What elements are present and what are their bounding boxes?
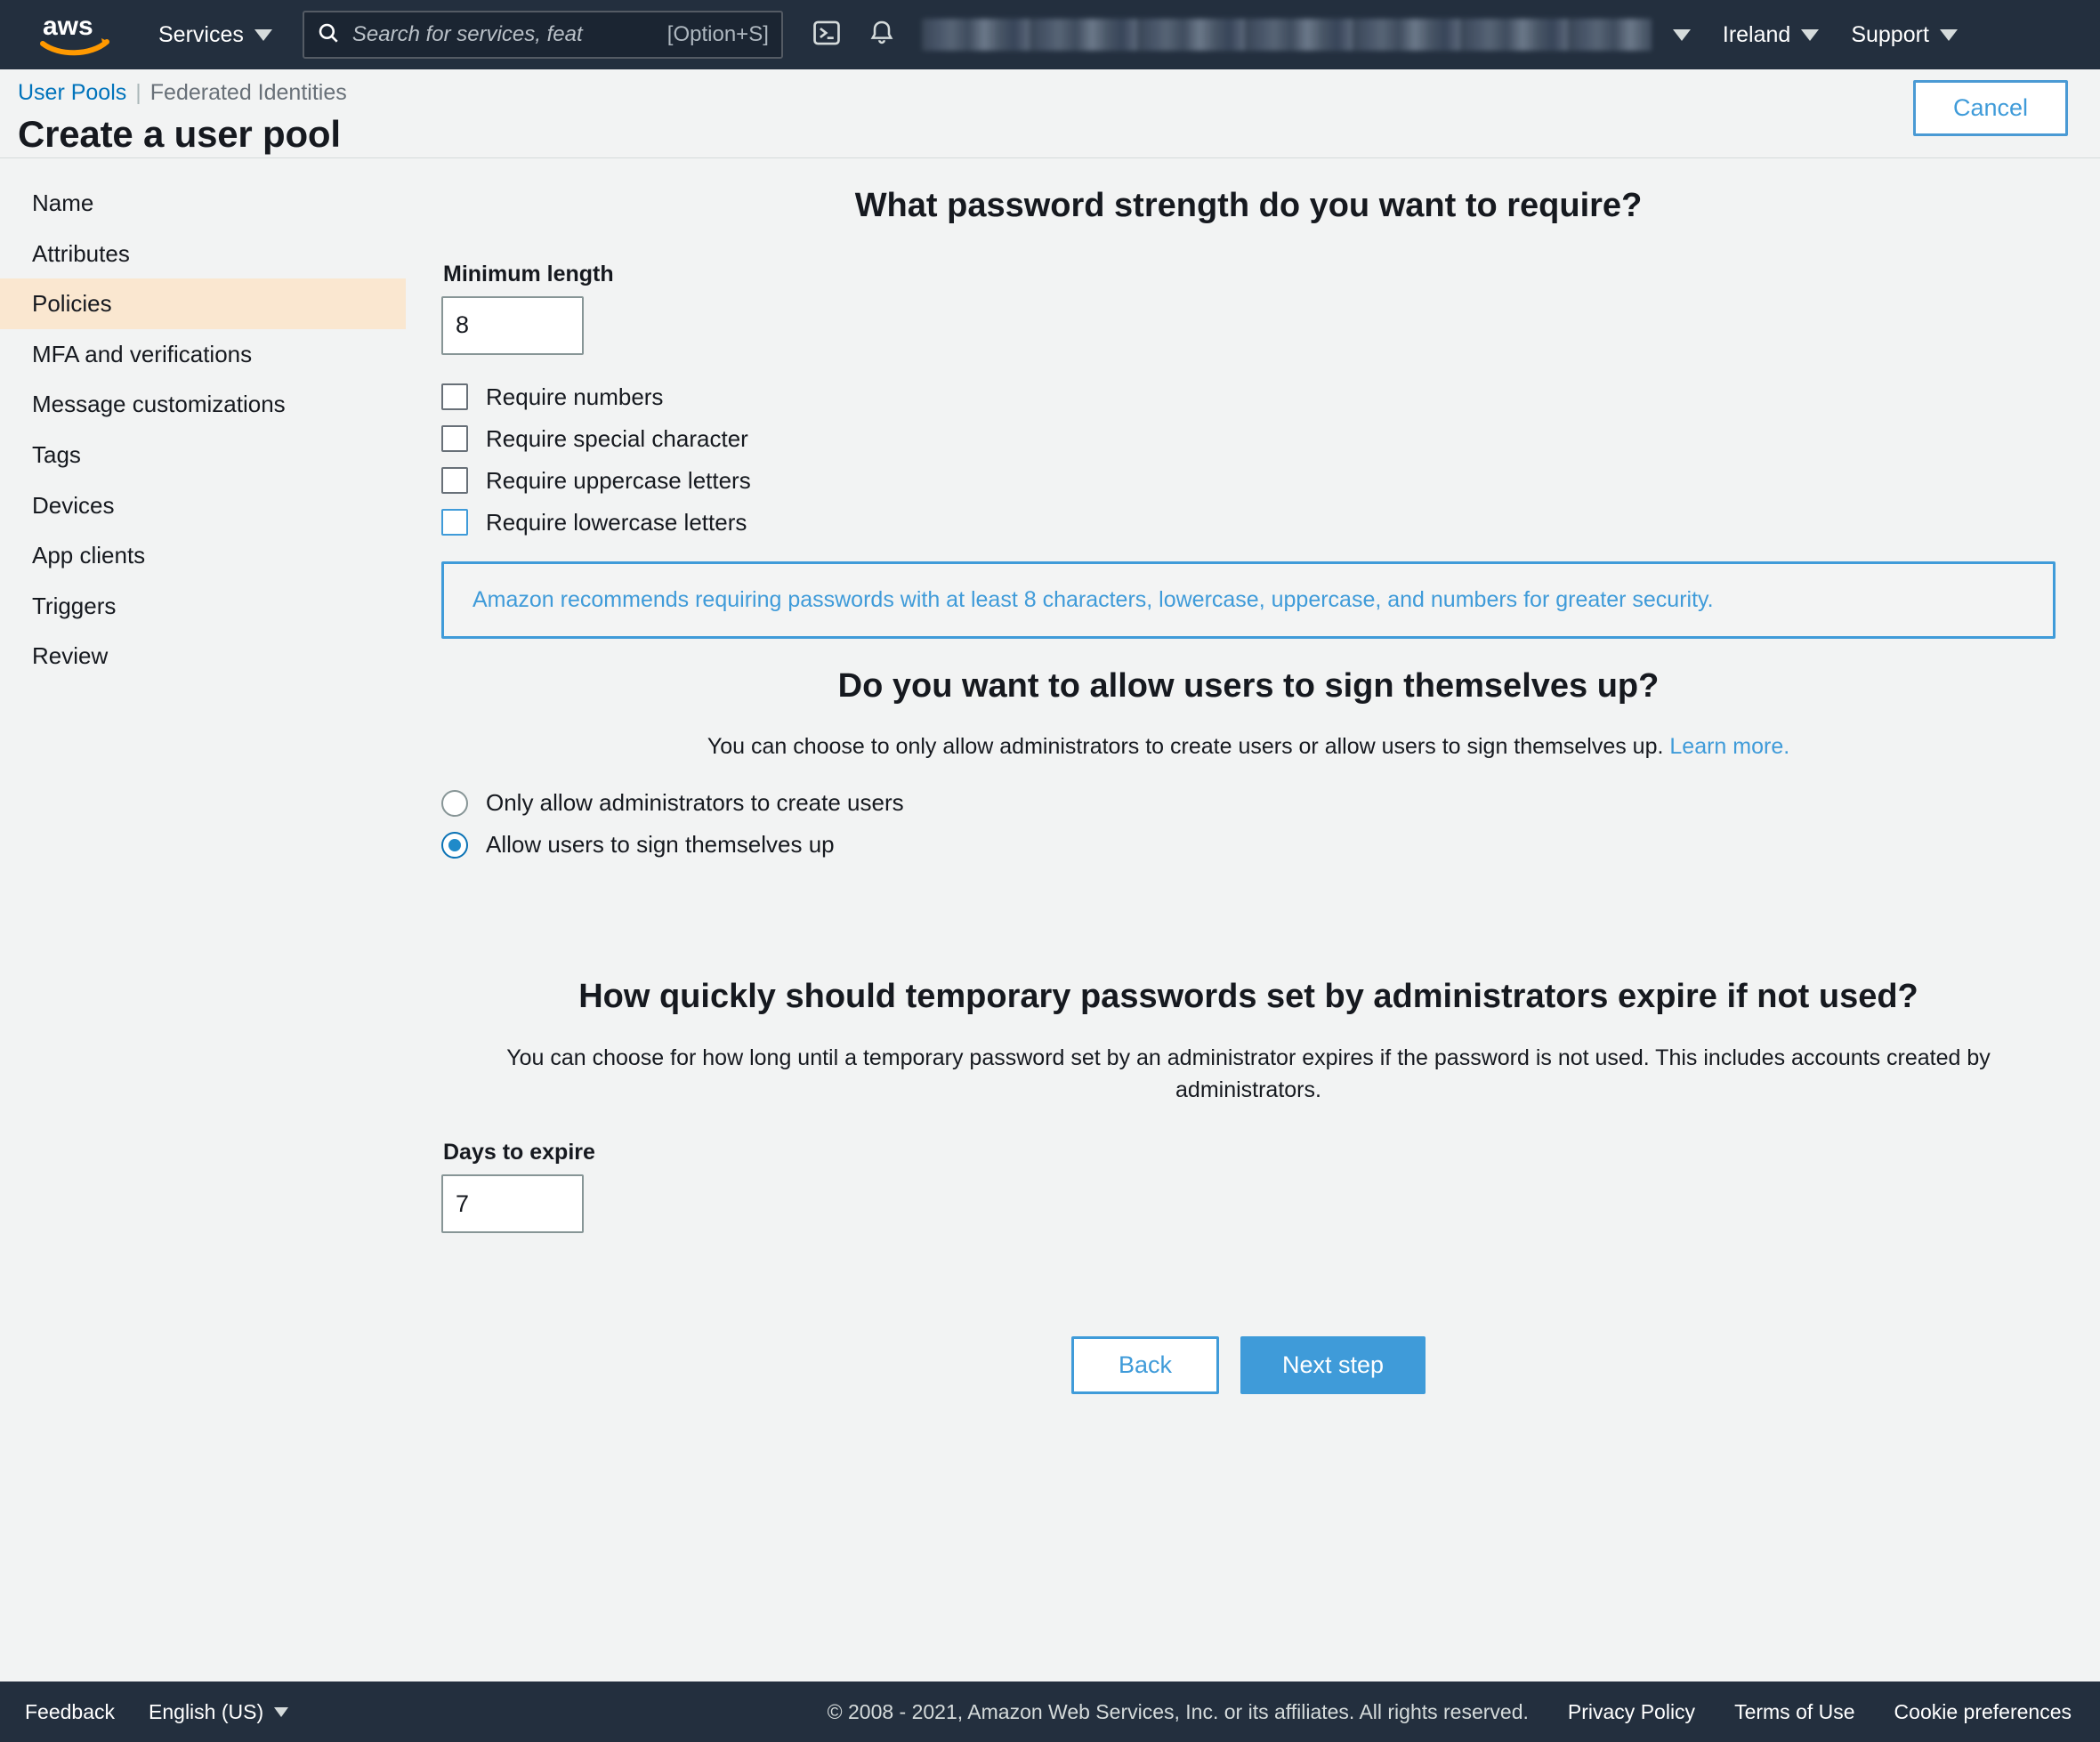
main-content: What password strength do you want to re… <box>406 158 2100 1682</box>
footer-right-group: © 2008 - 2021, Amazon Web Services, Inc.… <box>828 1700 2072 1724</box>
signup-heading: Do you want to allow users to sign thems… <box>837 666 1660 705</box>
services-menu-label: Services <box>158 21 244 47</box>
search-input-placeholder[interactable]: Search for services, feat <box>352 22 655 47</box>
checkbox-require-lowercase-letters[interactable]: Require lowercase letters <box>441 509 2056 536</box>
chevron-down-icon <box>1672 28 1691 41</box>
checkbox-label: Require numbers <box>486 383 664 410</box>
checkbox-label: Require uppercase letters <box>486 466 751 494</box>
radio-only-administrators-create-users[interactable]: Only allow administrators to create user… <box>441 789 2056 817</box>
sidebar-item-name[interactable]: Name <box>0 178 406 229</box>
page-header: User Pools | Federated Identities Create… <box>0 69 2100 158</box>
footer-feedback-link[interactable]: Feedback <box>25 1700 115 1724</box>
cloudshell-button[interactable] <box>799 0 854 69</box>
checkbox-box-icon[interactable] <box>441 467 468 494</box>
wizard-step-sidebar: Name Attributes Policies MFA and verific… <box>0 158 406 1682</box>
region-menu-label: Ireland <box>1722 21 1791 47</box>
signup-learn-more-link[interactable]: Learn more. <box>1669 734 1789 759</box>
notifications-button[interactable] <box>854 0 909 69</box>
top-navigation-bar: aws Services Search for services, feat [… <box>0 0 2100 69</box>
support-menu-label: Support <box>1851 21 1929 47</box>
search-shortcut-hint: [Option+S] <box>666 22 769 46</box>
search-icon <box>317 21 340 49</box>
radio-allow-users-sign-themselves-up[interactable]: Allow users to sign themselves up <box>441 831 2056 859</box>
checkbox-label: Require lowercase letters <box>486 508 747 536</box>
page-body: Name Attributes Policies MFA and verific… <box>0 158 2100 1682</box>
temp-password-heading: How quickly should temporary passwords s… <box>578 978 1918 1016</box>
footer-terms-of-use-link[interactable]: Terms of Use <box>1734 1700 1854 1724</box>
global-search-box[interactable]: Search for services, feat [Option+S] <box>302 11 783 59</box>
notifications-bell-icon <box>868 18 896 52</box>
signup-description: You can choose to only allow administrat… <box>492 730 2005 762</box>
signup-description-text: You can choose to only allow administrat… <box>707 734 1664 759</box>
sidebar-item-app-clients[interactable]: App clients <box>0 530 406 581</box>
breadcrumb: User Pools | Federated Identities <box>18 80 347 106</box>
checkbox-require-special-character[interactable]: Require special character <box>441 425 2056 453</box>
days-to-expire-label: Days to expire <box>443 1140 595 1165</box>
cancel-button[interactable]: Cancel <box>1912 80 2068 136</box>
password-recommendation-text: Amazon recommends requiring passwords wi… <box>472 586 1714 612</box>
breadcrumb-separator: | <box>135 80 141 105</box>
breadcrumb-user-pools-link[interactable]: User Pools <box>18 80 126 106</box>
sidebar-item-mfa-and-verifications[interactable]: MFA and verifications <box>0 329 406 380</box>
radio-label: Only allow administrators to create user… <box>486 789 904 817</box>
days-to-expire-input[interactable] <box>441 1174 584 1234</box>
sidebar-item-review[interactable]: Review <box>0 631 406 681</box>
checkbox-label: Require special character <box>486 424 748 452</box>
account-menu[interactable] <box>1657 0 1707 69</box>
signup-options-group: Only allow administrators to create user… <box>441 789 2056 859</box>
chevron-down-icon <box>1801 28 1820 41</box>
sidebar-item-tags[interactable]: Tags <box>0 430 406 480</box>
password-requirements-group: Require numbers Require special characte… <box>441 383 2056 536</box>
checkbox-box-icon[interactable] <box>441 383 468 410</box>
region-menu[interactable]: Ireland <box>1707 0 1835 69</box>
back-button[interactable]: Back <box>1070 1336 1219 1395</box>
checkbox-box-icon[interactable] <box>441 509 468 536</box>
aws-logo[interactable]: aws <box>36 10 114 60</box>
footer-language-label: English (US) <box>149 1699 264 1723</box>
sidebar-item-message-customizations[interactable]: Message customizations <box>0 379 406 430</box>
next-step-button[interactable]: Next step <box>1240 1336 1426 1395</box>
chevron-down-icon <box>274 1706 289 1717</box>
radio-button-icon[interactable] <box>441 831 468 859</box>
temp-password-description: You can choose for how long until a temp… <box>506 1044 1991 1102</box>
password-recommendation-banner: Amazon recommends requiring passwords wi… <box>441 561 2056 639</box>
footer-language-selector[interactable]: English (US) <box>149 1699 289 1724</box>
sidebar-item-devices[interactable]: Devices <box>0 480 406 531</box>
breadcrumb-federated-identities[interactable]: Federated Identities <box>150 80 347 106</box>
chevron-down-icon <box>254 28 272 41</box>
radio-button-icon[interactable] <box>441 789 468 817</box>
footer-cookie-preferences-link[interactable]: Cookie preferences <box>1894 1700 2072 1724</box>
checkbox-require-uppercase-letters[interactable]: Require uppercase letters <box>441 467 2056 495</box>
checkbox-require-numbers[interactable]: Require numbers <box>441 383 2056 411</box>
services-menu[interactable]: Services <box>142 0 288 69</box>
footer-copyright: © 2008 - 2021, Amazon Web Services, Inc.… <box>827 1699 1529 1723</box>
password-strength-heading: What password strength do you want to re… <box>854 187 1643 224</box>
chevron-down-icon <box>1939 28 1958 41</box>
footer-privacy-policy-link[interactable]: Privacy Policy <box>1568 1700 1695 1724</box>
support-menu[interactable]: Support <box>1835 0 1974 69</box>
sidebar-item-policies[interactable]: Policies <box>0 278 406 329</box>
svg-text:aws: aws <box>43 12 93 41</box>
minimum-length-input[interactable] <box>441 295 584 355</box>
page-footer: Feedback English (US) © 2008 - 2021, Ama… <box>0 1682 2100 1742</box>
account-menu-redacted[interactable] <box>921 19 1652 51</box>
page-title: Create a user pool <box>18 113 341 155</box>
radio-label: Allow users to sign themselves up <box>486 831 835 859</box>
footer-left-group: Feedback English (US) <box>25 1699 289 1724</box>
sidebar-item-triggers[interactable]: Triggers <box>0 581 406 632</box>
minimum-length-label: Minimum length <box>443 261 614 286</box>
cloudshell-terminal-icon <box>812 18 842 52</box>
sidebar-item-attributes[interactable]: Attributes <box>0 229 406 279</box>
checkbox-box-icon[interactable] <box>441 425 468 452</box>
wizard-actions: Back Next step <box>441 1336 2056 1395</box>
